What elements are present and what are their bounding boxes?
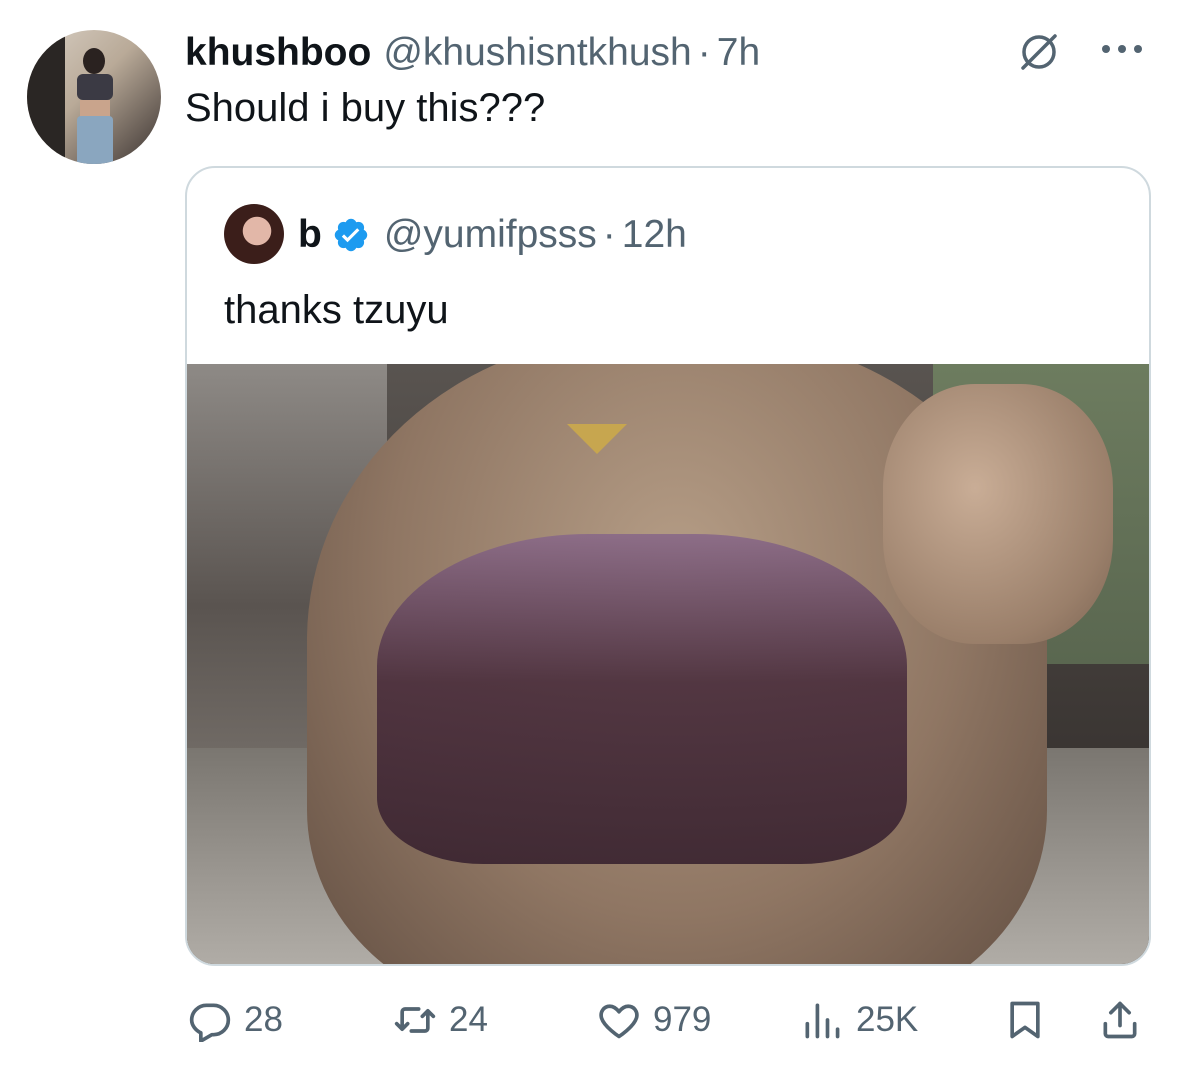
share-button[interactable] (1098, 990, 1154, 1050)
author-name[interactable]: khushboo (185, 31, 371, 75)
photo-garment (377, 534, 907, 864)
views-count: 25K (856, 1000, 919, 1039)
repost-button[interactable]: 24 (393, 990, 488, 1050)
repost-count: 24 (449, 1000, 488, 1039)
header-separator: · (697, 31, 711, 74)
reply-button[interactable]: 28 (188, 990, 283, 1050)
author-handle[interactable]: @khushisntkhush (383, 31, 691, 75)
reply-count: 28 (244, 1000, 283, 1039)
share-icon (1103, 1001, 1137, 1039)
avatar-background (27, 30, 65, 164)
quoted-author-name[interactable]: b (298, 213, 322, 257)
repost-icon (394, 1007, 436, 1033)
more-horizontal-icon[interactable] (1098, 34, 1146, 64)
quoted-tweet-header: b @yumifpsss · 12h (298, 212, 687, 258)
tweet[interactable]: khushboo @khushisntkhush · 7h Should i b… (0, 0, 1179, 1079)
bookmark-button[interactable] (1003, 990, 1059, 1050)
like-count: 979 (653, 1000, 712, 1039)
photo-hand (883, 384, 1113, 644)
quoted-tweet[interactable]: b @yumifpsss · 12h thanks tzuyu (185, 166, 1151, 966)
quoted-tweet-time[interactable]: 12h (622, 213, 687, 257)
views-button[interactable]: 25K (800, 990, 918, 1050)
verified-badge-icon (334, 218, 368, 252)
quoted-tweet-text: thanks tzuyu (224, 288, 449, 332)
reply-icon (189, 1003, 231, 1042)
tweet-actions: 28 24 979 25K (0, 990, 1179, 1050)
avatar-figure-top (77, 74, 113, 100)
grok-icon[interactable] (1017, 30, 1061, 74)
tweet-time[interactable]: 7h (717, 31, 760, 75)
quoted-author-handle[interactable]: @yumifpsss (384, 213, 597, 257)
views-icon (805, 1003, 840, 1039)
tweet-header: khushboo @khushisntkhush · 7h (185, 31, 760, 75)
quoted-author-avatar[interactable] (224, 204, 284, 264)
quoted-header-separator: · (602, 213, 616, 256)
author-avatar[interactable] (27, 30, 161, 164)
tweet-text: Should i buy this??? (185, 86, 546, 130)
avatar-figure-jeans (77, 116, 113, 164)
attached-photo[interactable] (187, 364, 1149, 964)
avatar-figure-head (83, 48, 105, 74)
like-button[interactable]: 979 (597, 990, 711, 1050)
bookmark-icon (1010, 1001, 1040, 1039)
like-icon (599, 1004, 639, 1039)
